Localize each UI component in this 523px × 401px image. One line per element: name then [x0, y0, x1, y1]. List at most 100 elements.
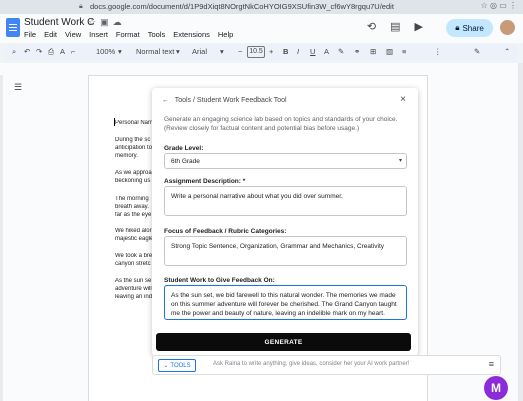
menu-tools[interactable]: Tools	[148, 30, 166, 39]
lock-icon: 🔒︎	[455, 23, 460, 32]
style-caret-icon[interactable]: ▾	[176, 47, 180, 56]
tools-label: TOOLS	[170, 362, 191, 369]
undo-icon[interactable]: ↶	[24, 47, 30, 56]
align-icon[interactable]: ≡	[402, 47, 406, 56]
share-button[interactable]: 🔒︎ Share	[446, 19, 493, 37]
menu-insert[interactable]: Insert	[89, 30, 108, 39]
menu-view[interactable]: View	[65, 30, 81, 39]
doc-line[interactable]: beckoning us	[115, 178, 155, 184]
increase-font-icon[interactable]: +	[269, 47, 273, 56]
highlight-icon[interactable]: ✎	[338, 47, 344, 56]
doc-line[interactable]: As the sun se	[115, 278, 155, 284]
link-icon[interactable]: ⚭	[354, 47, 360, 56]
feedback-tool-panel: ← Tools / Student Work Feedback Tool × G…	[152, 88, 418, 356]
focus-of-feedback-label: Focus of Feedback / Rubric Categories:	[164, 228, 287, 235]
ask-input[interactable]: Ask Raina to write anything, give ideas,…	[213, 361, 409, 367]
focus-of-feedback-field[interactable]: Strong Topic Sentence, Organization, Gra…	[164, 236, 407, 266]
assignment-description-label: Assignment Description: *	[164, 178, 246, 185]
scrollbar[interactable]	[518, 63, 523, 401]
docs-header: Student Work C ☆▣☁ File Edit View Insert…	[0, 14, 523, 43]
decrease-font-icon[interactable]: −	[238, 47, 242, 56]
magicschool-logo-icon[interactable]: M	[484, 376, 508, 400]
student-work-field[interactable]: As the sun set, we bid farewell to this …	[164, 285, 407, 320]
document-outline-icon[interactable]: ☰	[14, 82, 22, 93]
chevron-down-icon: ▾	[398, 158, 402, 164]
breadcrumb-separator: /	[193, 97, 195, 104]
close-icon[interactable]: ×	[400, 94, 406, 105]
docs-logo-icon[interactable]	[6, 18, 20, 37]
style-select[interactable]: Normal text	[136, 47, 174, 56]
header-actions: ⟲ ▤ ▶	[367, 20, 423, 33]
paint-format-icon[interactable]: ⌐	[71, 47, 75, 56]
history-icon[interactable]: ⟲	[367, 20, 376, 33]
font-caret-icon[interactable]: ▾	[220, 47, 224, 56]
menu-file[interactable]: File	[24, 30, 36, 39]
add-comment-icon[interactable]: ⊞	[370, 47, 376, 56]
italic-icon[interactable]: I	[297, 47, 299, 56]
generate-button[interactable]: GENERATE	[156, 333, 411, 351]
document-title[interactable]: Student Work C	[24, 17, 94, 28]
doc-line[interactable]: memory.	[115, 153, 155, 159]
doc-line[interactable]: During the sc	[115, 137, 155, 143]
zoom-caret-icon[interactable]: ▾	[118, 47, 122, 56]
url-text[interactable]: docs.google.com/document/d/1P9dXiqt8NOrg…	[90, 2, 394, 11]
redo-icon[interactable]: ↷	[36, 47, 42, 56]
search-menus-icon[interactable]: ⌕	[12, 47, 16, 57]
menu-edit[interactable]: Edit	[44, 30, 57, 39]
back-icon[interactable]: ←	[162, 97, 169, 104]
doc-line[interactable]: As we approa	[115, 170, 155, 176]
doc-line[interactable]: majestic eagle	[115, 236, 155, 242]
grade-level-value: 6th Grade	[171, 158, 200, 165]
browser-actions-icon[interactable]: ☆ ◎ ▭ ⋮	[481, 1, 517, 10]
doc-line[interactable]: We took a bre	[115, 253, 155, 259]
doc-line[interactable]: leaving an ind	[115, 294, 155, 300]
student-work-label: Student Work to Give Feedback On:	[164, 277, 275, 284]
doc-line[interactable]: Personal Narr	[115, 120, 155, 126]
bold-icon[interactable]: B	[283, 47, 288, 56]
doc-line[interactable]: We hiked alor	[115, 228, 155, 234]
font-size-input[interactable]: 10.5	[247, 46, 265, 58]
breadcrumb-tools[interactable]: Tools	[175, 97, 191, 104]
title-icons: ☆▣☁	[88, 17, 126, 28]
menu-extensions[interactable]: Extensions	[173, 30, 210, 39]
font-select[interactable]: Arial	[192, 47, 207, 56]
breadcrumb: ← Tools / Student Work Feedback Tool	[162, 97, 287, 104]
star-icon[interactable]: ☆	[88, 17, 100, 27]
menu-bar: File Edit View Insert Format Tools Exten…	[24, 30, 233, 39]
cloud-icon[interactable]: ☁	[113, 17, 126, 27]
formatting-toolbar: ⌕ ↶ ↷ ⎙ A ⌐ 100% ▾ Normal text ▾ Arial ▾…	[4, 44, 519, 61]
text-color-icon[interactable]: A	[324, 47, 329, 56]
grade-level-select[interactable]: 6th Grade ▾	[164, 153, 407, 169]
menu-format[interactable]: Format	[116, 30, 140, 39]
meet-icon[interactable]: ▶	[415, 20, 423, 33]
collapse-toolbar-icon[interactable]: ⌃	[504, 47, 510, 56]
ai-prompt-bar: ⌄ TOOLS Ask Raina to write anything, giv…	[152, 355, 501, 375]
print-icon[interactable]: ⎙	[48, 47, 54, 57]
underline-icon[interactable]: U	[310, 47, 315, 56]
doc-line[interactable]: canyon stretc	[115, 261, 155, 267]
doc-line[interactable]: anticipation to	[115, 145, 155, 151]
image-icon[interactable]: ▨	[386, 47, 393, 56]
lock-icon: 🔒︎	[79, 3, 83, 10]
share-label: Share	[462, 23, 484, 33]
doc-line[interactable]: adventure will	[115, 286, 155, 292]
doc-line[interactable]: far as the eye	[115, 212, 155, 218]
breadcrumb-current: Student Work Feedback Tool	[196, 97, 287, 104]
tool-description: Generate an engaging science lab based o…	[164, 116, 398, 132]
doc-line[interactable]: The morning	[115, 196, 155, 202]
browser-url-bar[interactable]: 🔒︎ docs.google.com/document/d/1P9dXiqt8N…	[0, 0, 523, 14]
move-folder-icon[interactable]: ▣	[100, 17, 113, 27]
comment-icon[interactable]: ▤	[390, 20, 400, 33]
spellcheck-icon[interactable]: A	[60, 47, 65, 56]
avatar[interactable]	[500, 20, 515, 35]
left-ruler	[0, 75, 3, 401]
assignment-description-field[interactable]: Write a personal narrative about what yo…	[164, 186, 407, 216]
menu-help[interactable]: Help	[218, 30, 233, 39]
editing-mode-icon[interactable]: ✎	[474, 47, 480, 56]
chevron-down-icon: ⌄	[163, 363, 169, 369]
zoom-select[interactable]: 100%	[96, 47, 115, 56]
doc-line[interactable]: breath away.	[115, 204, 155, 210]
more-options-icon[interactable]: ⋮	[434, 47, 442, 56]
tools-button[interactable]: ⌄ TOOLS	[158, 359, 196, 372]
menu-icon[interactable]: ≡	[489, 359, 494, 369]
